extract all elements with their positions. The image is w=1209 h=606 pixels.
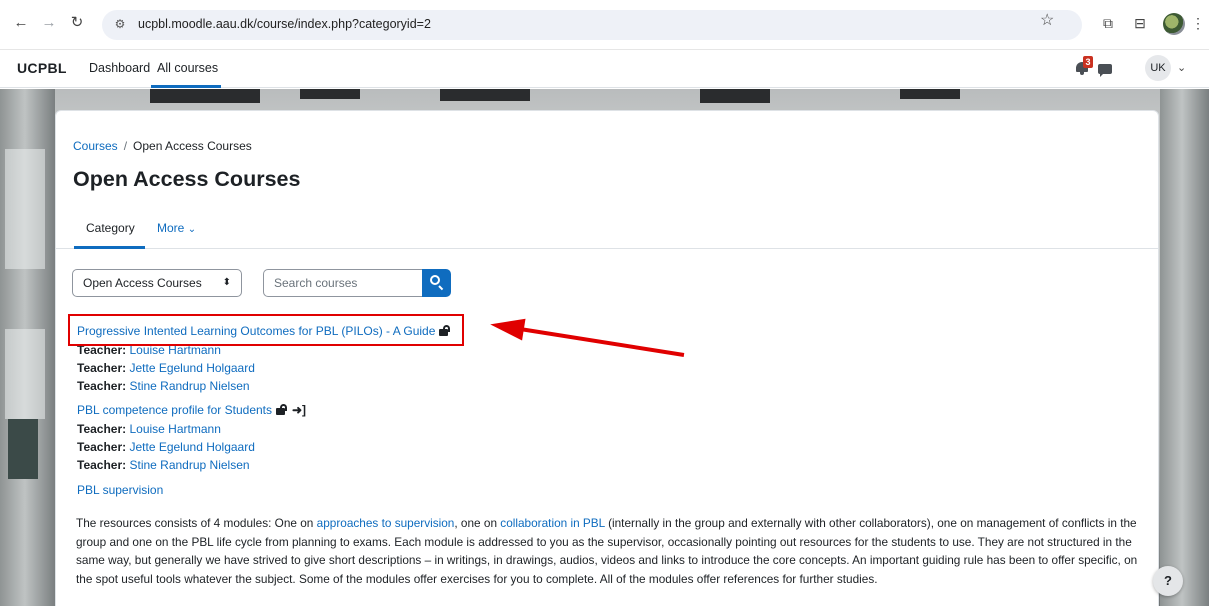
nav-active-indicator [151,85,221,88]
search-courses-input[interactable]: Search courses [263,269,423,297]
breadcrumb-courses-link[interactable]: Courses [73,139,118,153]
search-icon [430,275,440,285]
browser-profile-avatar[interactable] [1163,13,1185,35]
chat-icon[interactable] [1098,64,1112,77]
nav-all-courses-link[interactable]: All courses [157,61,218,75]
teacher-link[interactable]: Louise Hartmann [129,422,220,436]
course-teacher: Teacher: Jette Egelund Holgaard [77,440,255,454]
self-enrol-icon: ➜] [292,403,307,417]
course-teacher: Teacher: Stine Randrup Nielsen [77,379,250,393]
course-teacher: Teacher: Jette Egelund Holgaard [77,361,255,375]
course-teacher: Teacher: Stine Randrup Nielsen [77,458,250,472]
breadcrumb: Courses / Open Access Courses [73,139,252,153]
user-avatar[interactable]: UK [1145,55,1171,81]
site-navbar: UCPBL Dashboard All courses 3 UK ⌄ [0,50,1209,88]
guest-access-lock-icon [276,404,287,415]
extensions-icon[interactable]: ⧉ [1098,13,1118,33]
teacher-link[interactable]: Jette Egelund Holgaard [129,440,254,454]
tab-more-label: More [157,221,185,235]
address-bar[interactable]: ⚙ ucpbl.moodle.aau.dk/course/index.php?c… [102,10,1082,40]
page-title: Open Access Courses [73,167,301,191]
teacher-link[interactable]: Stine Randrup Nielsen [129,458,249,472]
course-summary: The resources consists of 4 modules: One… [76,516,1138,586]
course-link-pbl-supervision[interactable]: PBL supervision [77,483,163,497]
browser-menu-icon[interactable]: ⋮ [1191,13,1205,33]
site-info-icon[interactable]: ⚙ [112,16,128,32]
url-text[interactable]: ucpbl.moodle.aau.dk/course/index.php?cat… [138,17,431,31]
category-select-value: Open Access Courses [83,276,202,290]
tab-category[interactable]: Category [86,221,135,235]
tab-more[interactable]: More ⌄ [157,221,196,235]
tab-search-icon[interactable]: ⊟ [1130,13,1150,33]
secondary-nav: Category More ⌄ [56,209,1158,249]
browser-toolbar: ← → ↻ ⚙ ucpbl.moodle.aau.dk/course/index… [0,0,1209,50]
teacher-link[interactable]: Jette Egelund Holgaard [129,361,254,375]
search-button[interactable] [422,269,451,297]
site-brand[interactable]: UCPBL [17,60,67,76]
breadcrumb-separator: / [123,139,128,153]
arrow-right-icon[interactable]: → [38,12,60,34]
course-link-competence-profile[interactable]: PBL competence profile for Students ➜] [77,403,306,417]
reload-icon[interactable]: ↻ [66,12,88,34]
breadcrumb-current: Open Access Courses [133,139,252,153]
chevron-down-icon[interactable]: ⌄ [1177,61,1186,74]
summary-link-approaches[interactable]: approaches to supervision [317,516,455,530]
sort-caret-icon: ⬍ [222,277,231,288]
annotation-highlight-box [68,314,464,346]
category-select[interactable]: Open Access Courses ⬍ [72,269,242,297]
notification-badge: 3 [1083,56,1093,68]
bookmark-star-icon[interactable]: ☆ [1040,13,1054,29]
course-title[interactable]: PBL competence profile for Students [77,403,272,417]
main-content-card: Courses / Open Access Courses Open Access … [55,110,1159,606]
help-button[interactable]: ? [1153,566,1183,596]
arrow-left-icon[interactable]: ← [10,12,32,34]
teacher-link[interactable]: Stine Randrup Nielsen [129,379,249,393]
course-teacher: Teacher: Louise Hartmann [77,422,221,436]
summary-link-collaboration[interactable]: collaboration in PBL [500,516,605,530]
chevron-down-icon: ⌄ [187,224,197,235]
nav-dashboard-link[interactable]: Dashboard [89,61,150,75]
tab-active-indicator [74,246,145,249]
